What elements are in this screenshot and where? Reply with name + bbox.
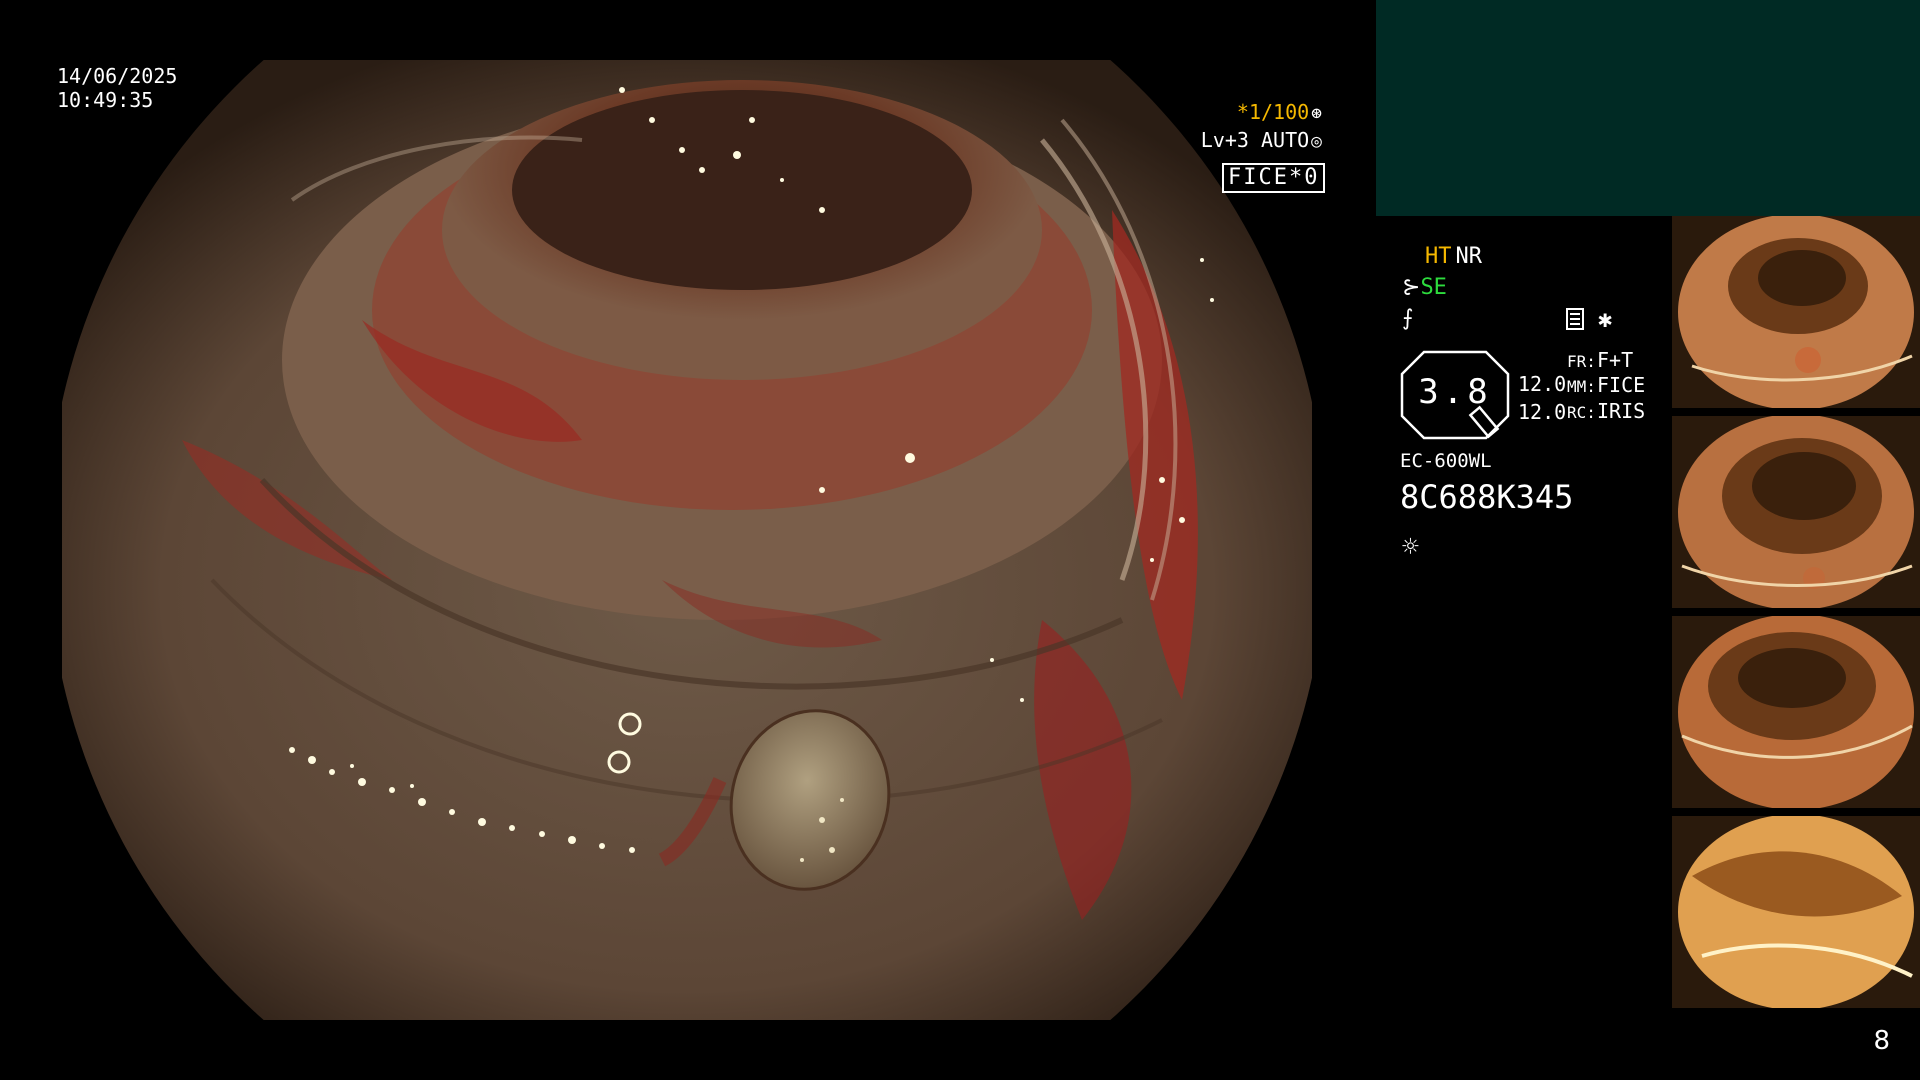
fr-value: F+T [1597,348,1634,372]
nr-label: NR [1455,244,1483,269]
setting-value-2: 12.0 [1518,400,1567,424]
exposure-level-text: Lv+3 AUTO [1200,128,1310,152]
shutter-icon: ⊛ [1311,103,1322,124]
thumbnail-strip [1672,216,1920,1016]
setting-value-1: 12.0 [1518,372,1567,396]
zoom-value: 3.8 [1418,372,1492,412]
se-indicator: ⊱SE [1402,275,1447,300]
rc-value: IRIS [1597,399,1646,423]
shutter-speed: *1/100 ⊛ [1237,100,1322,124]
mm-label: MM: [1567,377,1596,396]
exposure-level: Lv+3 AUTO ◎ [1201,128,1322,152]
time-text: 10:49:35 [57,88,154,112]
structure-icon: ⨍ [1402,306,1414,331]
info-panel-header [1376,0,1920,216]
ht-nr-indicator: HT NR [1425,244,1482,269]
thumbnail-4[interactable] [1672,816,1920,1008]
mm-value: FICE [1597,373,1646,397]
scope-serial: 8C688K345 [1400,478,1574,516]
scope-model: EC-600WL [1400,450,1492,472]
record-icon [1566,308,1584,330]
star-icon: ✱ [1598,305,1613,333]
thumbnail-3[interactable] [1672,616,1920,808]
date-text: 14/06/2025 [57,64,178,88]
se-label: SE [1420,275,1447,300]
light-icon: ☼ [1402,530,1419,563]
auto-iris-icon: ◎ [1311,131,1322,152]
fr-label: FR: [1567,352,1596,371]
thumbnail-1[interactable] [1672,216,1920,408]
fice-mode-indicator: FICE*0 [1222,163,1326,193]
thumbnail-2[interactable] [1672,416,1920,608]
datetime: 14/06/2025 10:49:35 [57,64,177,112]
rc-label: RC: [1567,403,1596,422]
page-number: 8 [1873,1026,1890,1056]
endoscopic-view [62,60,1312,1020]
shutter-speed-text: *1/100 [1236,100,1310,124]
ht-label: HT [1425,244,1452,269]
scope-angle-icon: ⊱ [1402,275,1421,300]
